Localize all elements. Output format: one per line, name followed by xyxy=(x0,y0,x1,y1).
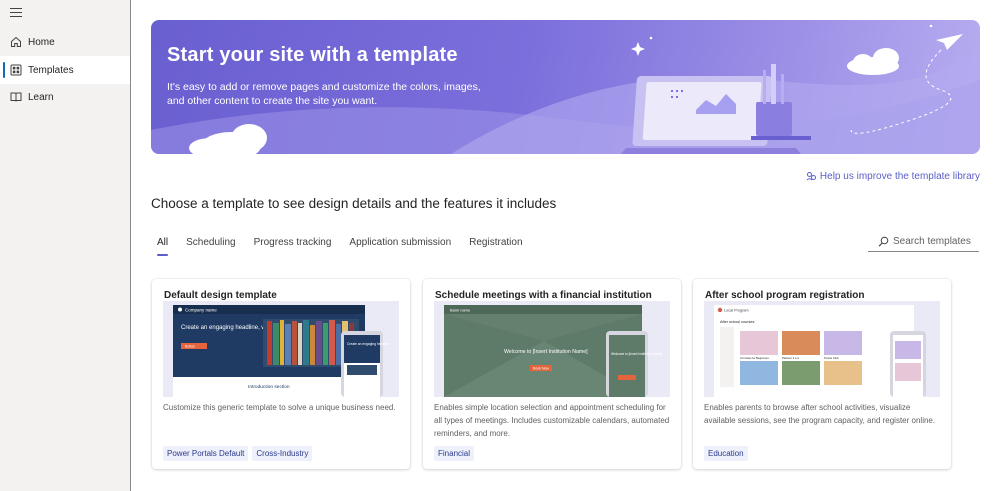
sidebar-item-templates[interactable]: Templates xyxy=(0,56,130,84)
card-title: Schedule meetings with a financial insti… xyxy=(435,290,652,301)
template-card-after-school[interactable]: After school program registration Local … xyxy=(693,279,951,469)
category-tabs: All Scheduling Progress tracking Applica… xyxy=(157,237,541,256)
hamburger-menu-icon[interactable] xyxy=(10,8,22,18)
template-thumbnail: Company name Create an engaging headline… xyxy=(163,301,399,397)
tag: Cross-Industry xyxy=(252,446,313,461)
book-icon xyxy=(10,92,22,102)
search-input[interactable]: Search templates xyxy=(868,232,979,252)
home-icon xyxy=(11,36,21,47)
sidebar: Home Templates Learn xyxy=(0,0,131,491)
thumb-brand: Local Program xyxy=(724,309,749,313)
thumb-tile: Art Class for Beginners xyxy=(740,356,769,360)
tab-all[interactable]: All xyxy=(157,237,169,256)
tab-scheduling[interactable]: Scheduling xyxy=(186,237,235,254)
tag: Power Portals Default xyxy=(163,446,249,461)
thumb-cta: Button xyxy=(185,345,195,349)
card-tags: Financial xyxy=(434,446,478,461)
card-tags: Education xyxy=(704,446,752,461)
section-title: Choose a template to see design details … xyxy=(151,196,557,211)
tab-registration[interactable]: Registration xyxy=(469,237,522,254)
template-card-financial-scheduling[interactable]: Schedule meetings with a financial insti… xyxy=(423,279,681,469)
sidebar-item-learn[interactable]: Learn xyxy=(0,83,130,111)
thumb-headline: Welcome to [Insert Institution Name] xyxy=(504,349,588,355)
tag: Financial xyxy=(434,446,475,461)
card-description: Enables simple location selection and ap… xyxy=(434,403,670,438)
thumb-brand: Company name xyxy=(185,308,217,313)
tab-progress-tracking[interactable]: Progress tracking xyxy=(254,237,332,254)
thumb-phone-headline: Create an engaging headline xyxy=(347,342,390,346)
thumb-tile: Parkour 1 o.a xyxy=(782,356,799,360)
thumb-brand: Bank name xyxy=(450,308,471,313)
card-tags: Power Portals Default Cross-Industry xyxy=(163,446,316,461)
thumb-section: Introduction section xyxy=(248,384,290,390)
template-thumbnail: Local Program After school courses Art C… xyxy=(704,301,940,397)
help-improve-link[interactable]: Help us improve the template library xyxy=(806,171,980,182)
search-icon xyxy=(878,236,889,247)
template-card-default[interactable]: Default design template Company name Cre… xyxy=(152,279,410,469)
thumb-heading: After school courses xyxy=(720,320,754,324)
thumb-phone-headline: Welcome to [Insert Institution Name] xyxy=(611,352,662,356)
sidebar-item-label: Home xyxy=(28,36,55,48)
tag: Education xyxy=(704,446,748,461)
tab-application-submission[interactable]: Application submission xyxy=(349,237,451,254)
hero-title: Start your site with a template xyxy=(167,44,458,66)
template-thumbnail: Bank name Welcome to [Insert Institution… xyxy=(434,301,670,397)
card-description: Enables parents to browse after school a… xyxy=(704,403,936,425)
thumb-cta: Book Now xyxy=(533,367,549,371)
card-title: Default design template xyxy=(164,290,277,301)
card-description: Customize this generic template to solve… xyxy=(163,403,396,412)
people-link-icon xyxy=(806,172,816,181)
sidebar-item-label: Templates xyxy=(28,64,74,76)
thumb-tile: Tennis Club xyxy=(824,356,839,360)
search-placeholder: Search templates xyxy=(893,236,971,247)
sidebar-item-home[interactable]: Home xyxy=(0,28,130,56)
help-link-label: Help us improve the template library xyxy=(819,171,980,182)
hero-subtitle: It's easy to add or remove pages and cus… xyxy=(167,81,481,107)
hero-banner: Start your site with a template It's eas… xyxy=(151,20,980,154)
card-title: After school program registration xyxy=(705,290,865,301)
sidebar-item-label: Learn xyxy=(28,91,54,103)
templates-icon xyxy=(10,64,22,76)
